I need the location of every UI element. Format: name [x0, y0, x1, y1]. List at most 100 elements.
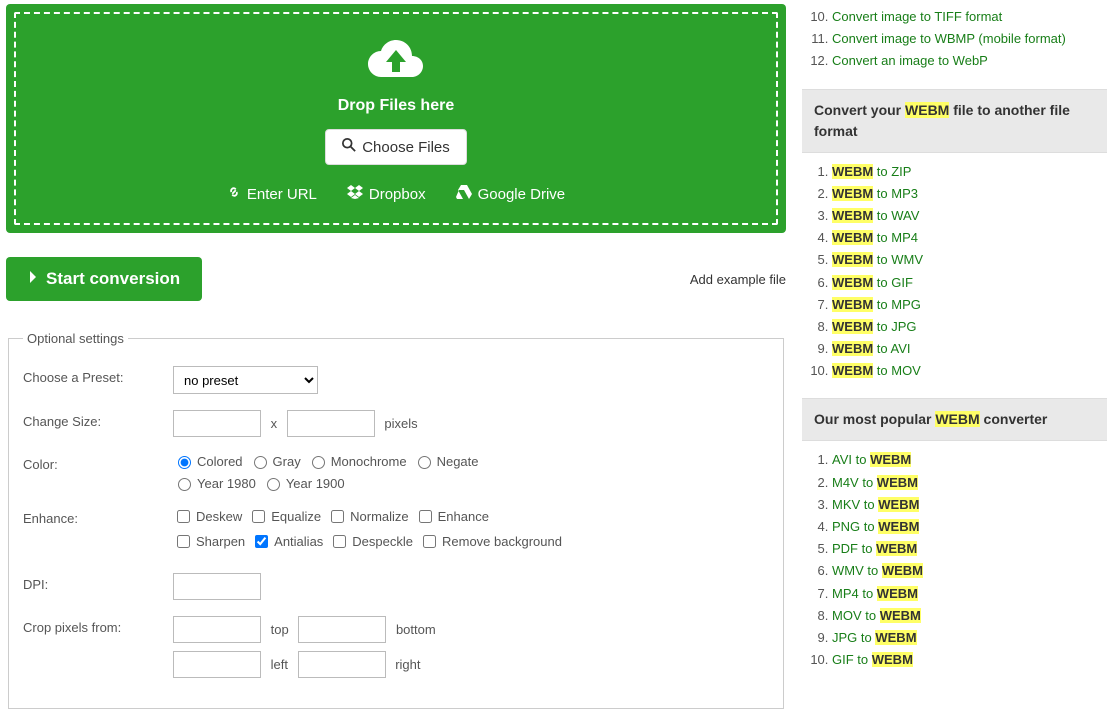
color-option-negate[interactable]: Negate — [413, 453, 479, 469]
webm-to-mpg-link[interactable]: WEBM to MPG — [832, 297, 921, 312]
enhance-checkbox[interactable] — [423, 535, 436, 548]
webm-to-mov-link[interactable]: WEBM to MOV — [832, 363, 921, 378]
enhance-checkbox[interactable] — [177, 535, 190, 548]
list-item: WEBM to WAV — [832, 207, 1107, 225]
choose-files-button[interactable]: Choose Files — [325, 129, 467, 165]
webm-to-mp3-link[interactable]: WEBM to MP3 — [832, 186, 918, 201]
webm-to-wmv-link[interactable]: WEBM to WMV — [832, 252, 923, 267]
list-item: PNG to WEBM — [832, 518, 1107, 536]
size-label: Change Size: — [23, 410, 173, 429]
size-height-input[interactable] — [287, 410, 375, 437]
add-example-file-link[interactable]: Add example file — [690, 272, 786, 287]
enhance-checkbox[interactable] — [333, 535, 346, 548]
crop-right-input[interactable] — [298, 651, 386, 678]
list-item: WEBM to AVI — [832, 340, 1107, 358]
list-item: GIF to WEBM — [832, 651, 1107, 669]
list-item: Convert image to TIFF format — [832, 8, 1107, 26]
wmv-to-webm-link[interactable]: WMV to WEBM — [832, 563, 923, 578]
color-option-gray[interactable]: Gray — [249, 453, 301, 469]
webm-to-gif-link[interactable]: WEBM to GIF — [832, 275, 913, 290]
enhance-option-remove-background[interactable]: Remove background — [419, 532, 562, 551]
enhance-option-despeckle[interactable]: Despeckle — [329, 532, 413, 551]
convert-link[interactable]: Convert an image to WebP — [832, 53, 988, 68]
list-item: WEBM to GIF — [832, 274, 1107, 292]
color-radio[interactable] — [267, 478, 280, 491]
start-conversion-button[interactable]: Start conversion — [6, 257, 202, 301]
enhance-option-antialias[interactable]: Antialias — [251, 532, 323, 551]
optional-settings: Optional settings Choose a Preset: no pr… — [8, 331, 784, 709]
dropbox-button[interactable]: Dropbox — [347, 185, 426, 203]
webm-to-zip-link[interactable]: WEBM to ZIP — [832, 164, 911, 179]
webm-to-list: WEBM to ZIP WEBM to MP3 WEBM to WAV WEBM to… — [802, 163, 1107, 381]
color-radio[interactable] — [178, 456, 191, 469]
png-to-webm-link[interactable]: PNG to WEBM — [832, 519, 919, 534]
webm-to-wav-link[interactable]: WEBM to WAV — [832, 208, 919, 223]
file-dropzone[interactable]: Drop Files here Choose Files Enter URL — [6, 4, 786, 233]
crop-bottom-input[interactable] — [298, 616, 386, 643]
color-radio[interactable] — [418, 456, 431, 469]
list-item: MKV to WEBM — [832, 496, 1107, 514]
chevron-right-icon — [28, 269, 38, 289]
dpi-input[interactable] — [173, 573, 261, 600]
enhance-option-sharpen[interactable]: Sharpen — [173, 532, 245, 551]
color-radio[interactable] — [254, 456, 267, 469]
link-icon — [227, 185, 241, 203]
list-item: M4V to WEBM — [832, 474, 1107, 492]
enter-url-button[interactable]: Enter URL — [227, 185, 317, 203]
crop-left-input[interactable] — [173, 651, 261, 678]
enhance-checkbox[interactable] — [252, 510, 265, 523]
enhance-checkbox[interactable] — [419, 510, 432, 523]
list-item: WMV to WEBM — [832, 562, 1107, 580]
enhance-checkbox[interactable] — [255, 535, 268, 548]
list-item: Convert image to WBMP (mobile format) — [832, 30, 1107, 48]
list-item: WEBM to WMV — [832, 251, 1107, 269]
color-option-monochrome[interactable]: Monochrome — [307, 453, 407, 469]
enhance-checkbox[interactable] — [177, 510, 190, 523]
webm-to-avi-link[interactable]: WEBM to AVI — [832, 341, 911, 356]
color-radio[interactable] — [178, 478, 191, 491]
jpg-to-webm-link[interactable]: JPG to WEBM — [832, 630, 917, 645]
enhance-option-equalize[interactable]: Equalize — [248, 507, 321, 526]
color-option-year-1980[interactable]: Year 1980 — [173, 475, 256, 491]
webm-to-jpg-link[interactable]: WEBM to JPG — [832, 319, 917, 334]
list-item: JPG to WEBM — [832, 629, 1107, 647]
enhance-option-enhance[interactable]: Enhance — [415, 507, 489, 526]
size-width-input[interactable] — [173, 410, 261, 437]
dropbox-icon — [347, 185, 363, 203]
webm-to-mp4-link[interactable]: WEBM to MP4 — [832, 230, 918, 245]
dpi-label: DPI: — [23, 573, 173, 592]
color-label: Color: — [23, 453, 173, 472]
list-item: WEBM to MP4 — [832, 229, 1107, 247]
color-radio[interactable] — [312, 456, 325, 469]
color-option-year-1900[interactable]: Year 1900 — [262, 475, 345, 491]
list-item: WEBM to MPG — [832, 296, 1107, 314]
color-option-colored[interactable]: Colored — [173, 453, 243, 469]
enhance-option-normalize[interactable]: Normalize — [327, 507, 409, 526]
convert-link[interactable]: Convert image to WBMP (mobile format) — [832, 31, 1066, 46]
avi-to-webm-link[interactable]: AVI to WEBM — [832, 452, 911, 467]
enhance-option-deskew[interactable]: Deskew — [173, 507, 242, 526]
enhance-checkbox[interactable] — [331, 510, 344, 523]
optional-settings-legend: Optional settings — [23, 331, 128, 346]
list-item: MOV to WEBM — [832, 607, 1107, 625]
crop-top-input[interactable] — [173, 616, 261, 643]
drop-files-text: Drop Files here — [26, 97, 766, 115]
pdf-to-webm-link[interactable]: PDF to WEBM — [832, 541, 917, 556]
list-item: WEBM to MP3 — [832, 185, 1107, 203]
mkv-to-webm-link[interactable]: MKV to WEBM — [832, 497, 919, 512]
convert-link[interactable]: Convert image to TIFF format — [832, 9, 1002, 24]
list-item: Convert an image to WebP — [832, 52, 1107, 70]
list-item: PDF to WEBM — [832, 540, 1107, 558]
mp4-to-webm-link[interactable]: MP4 to WEBM — [832, 586, 918, 601]
google-drive-button[interactable]: Google Drive — [456, 185, 566, 203]
section-header-popular: Our most popular WEBM converter — [802, 398, 1107, 441]
mov-to-webm-link[interactable]: MOV to WEBM — [832, 608, 921, 623]
preset-select[interactable]: no preset — [173, 366, 318, 394]
section-header-convert: Convert your WEBM file to another file f… — [802, 89, 1107, 153]
preset-label: Choose a Preset: — [23, 366, 173, 385]
gif-to-webm-link[interactable]: GIF to WEBM — [832, 652, 913, 667]
m4v-to-webm-link[interactable]: M4V to WEBM — [832, 475, 918, 490]
top-links-list: Convert image to TIFF format Convert imag… — [802, 8, 1107, 71]
google-drive-icon — [456, 185, 472, 203]
list-item: WEBM to MOV — [832, 362, 1107, 380]
